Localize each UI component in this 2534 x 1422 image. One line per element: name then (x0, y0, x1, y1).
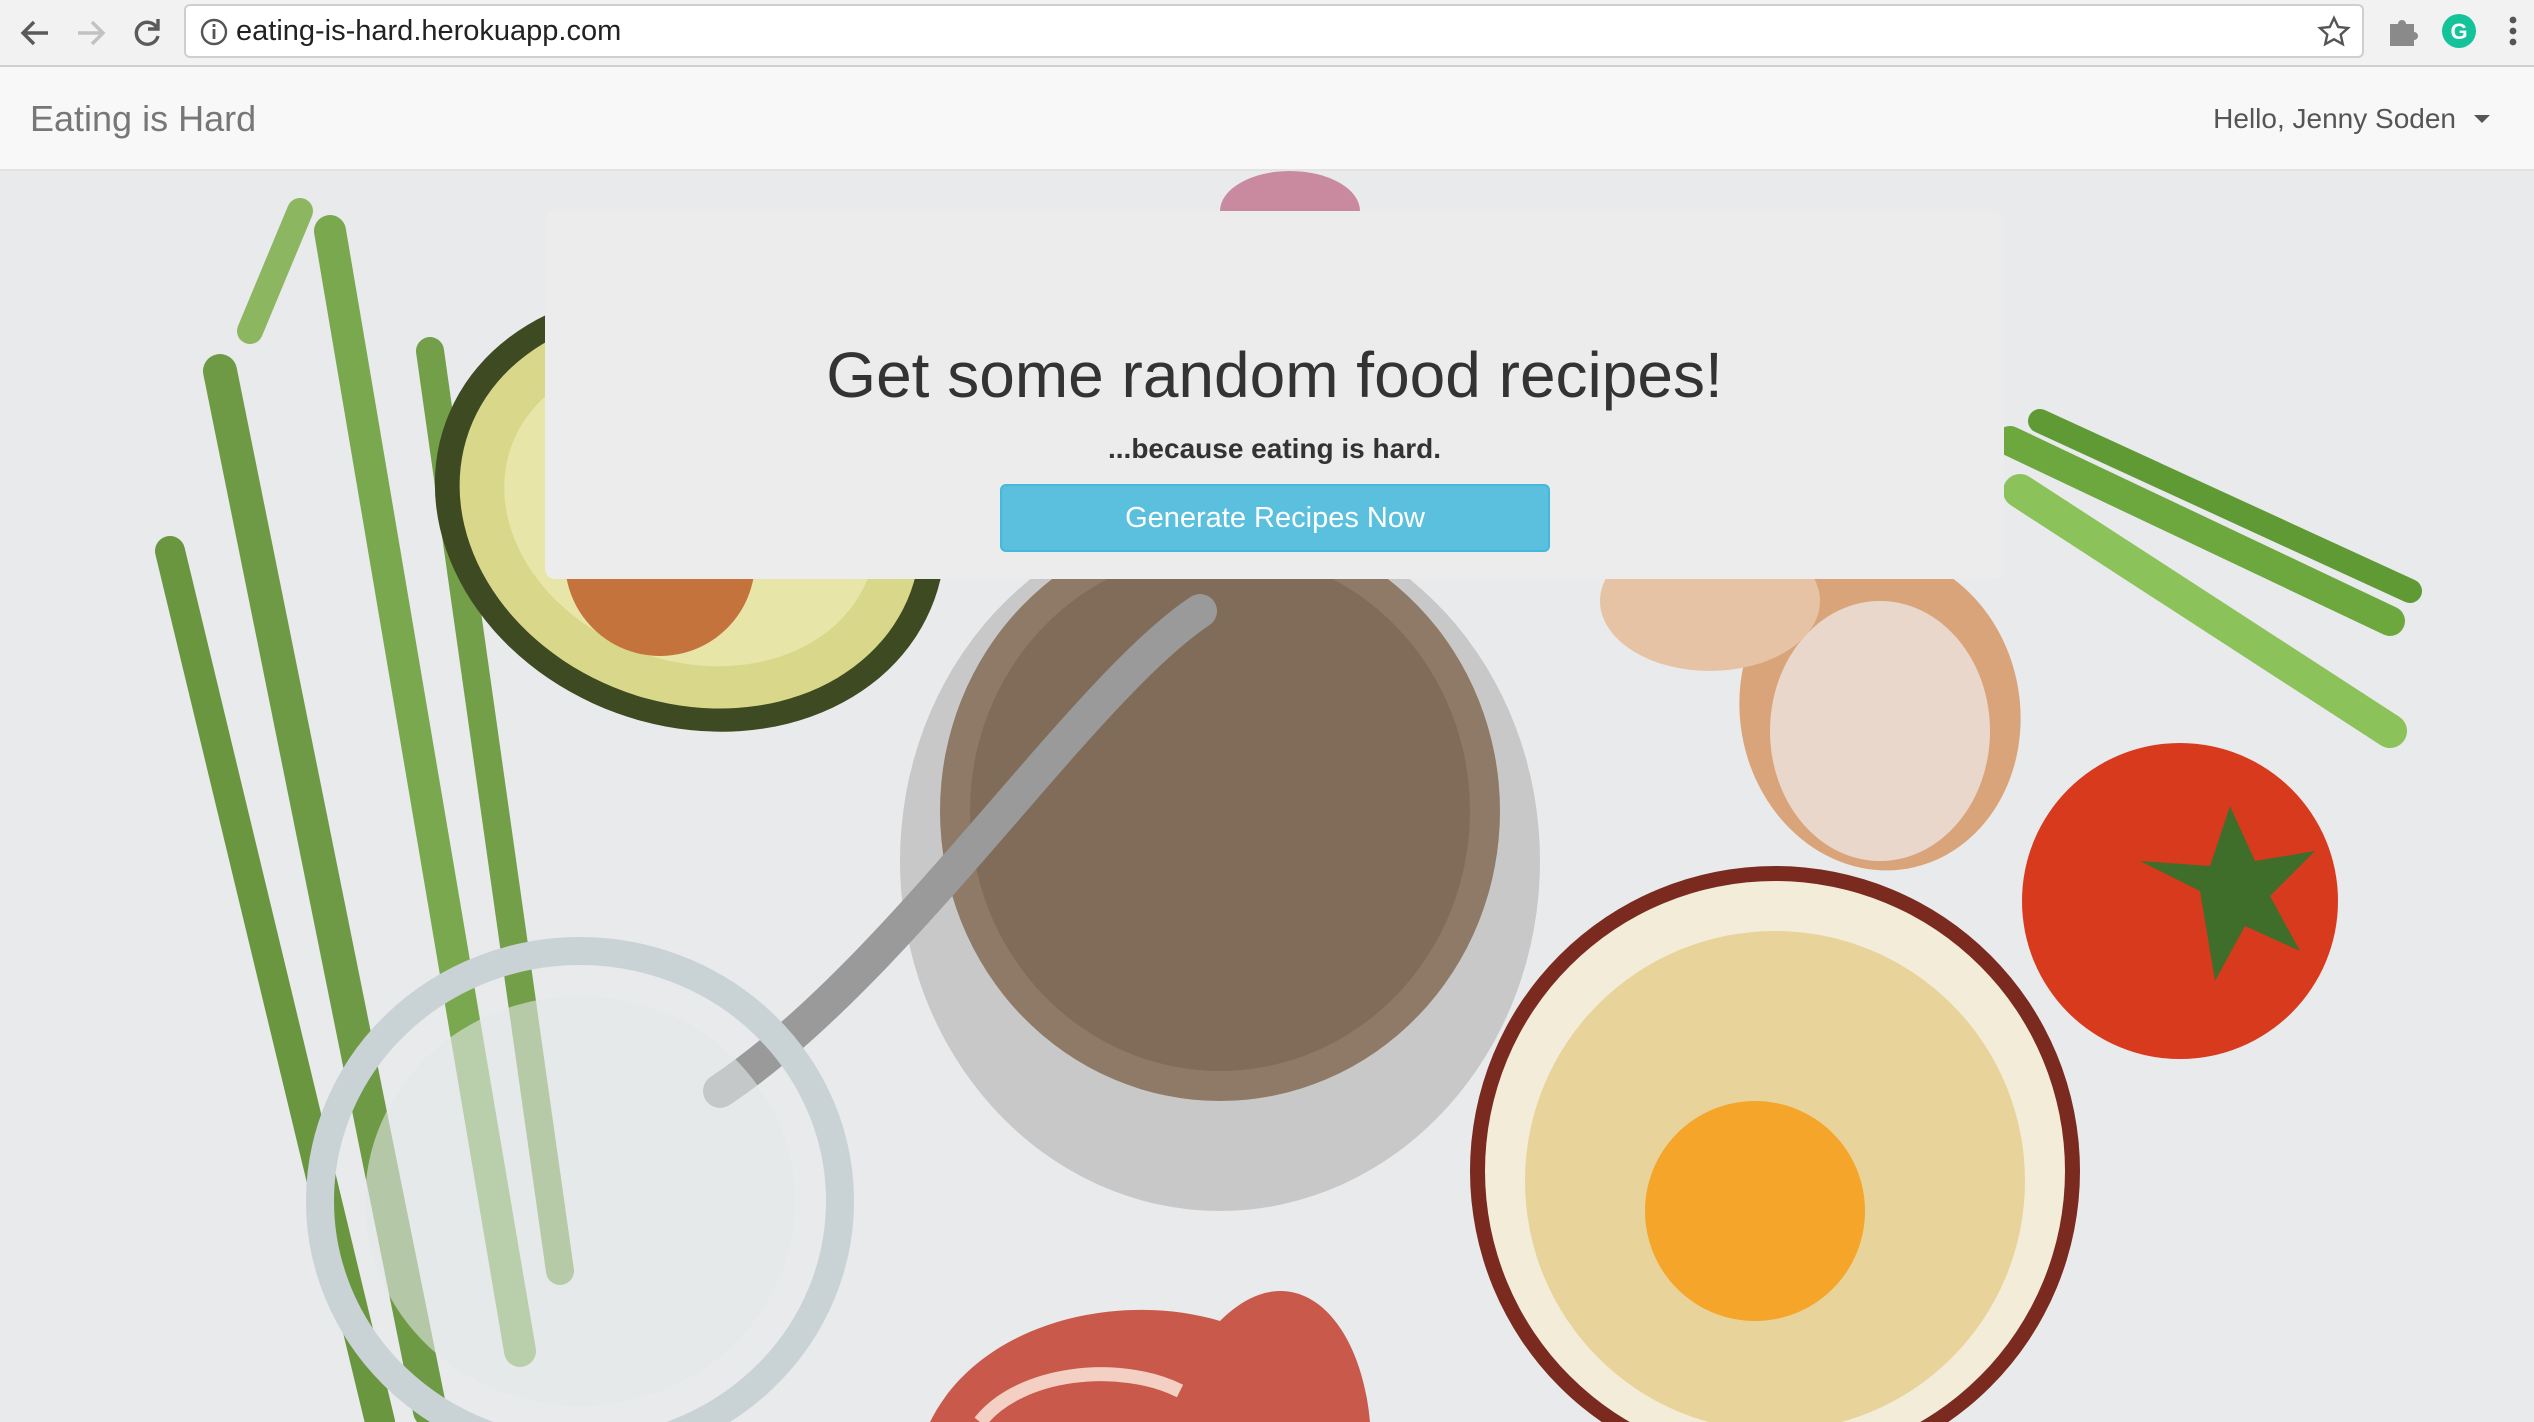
hero-title: Get some random food recipes! (826, 339, 1723, 411)
forward-arrow-icon[interactable] (66, 8, 116, 58)
browser-toolbar: eating-is-hard.herokuapp.com G (0, 0, 2534, 67)
green-onions (1995, 409, 2422, 748)
svg-text:G: G (2450, 19, 2467, 44)
reload-icon[interactable] (122, 8, 172, 58)
jumbotron: Get some random food recipes! ...because… (545, 211, 2004, 579)
user-greeting[interactable]: Hello, Jenny Soden (2213, 67, 2456, 171)
back-arrow-icon[interactable] (10, 8, 60, 58)
egg-shells (1600, 531, 2021, 871)
address-bar[interactable]: eating-is-hard.herokuapp.com (184, 4, 2364, 58)
hero-subtitle: ...because eating is hard. (1107, 433, 1441, 464)
user-dropdown[interactable]: Hello, Jenny Soden (2213, 67, 2490, 171)
menu-dots-icon[interactable] (2494, 12, 2532, 50)
caret-down-icon[interactable] (2474, 115, 2490, 123)
star-icon[interactable] (2316, 14, 2352, 50)
info-icon[interactable] (198, 16, 230, 48)
grammarly-icon[interactable]: G (2440, 12, 2478, 50)
tomato (2022, 743, 2338, 1059)
egg-bowl (1470, 866, 2080, 1422)
app-navbar: Eating is Hard Hello, Jenny Soden (0, 67, 2534, 171)
prosciutto (930, 1290, 1370, 1422)
generate-recipes-button[interactable]: Generate Recipes Now (1000, 484, 1550, 552)
glass-jar (306, 937, 854, 1422)
brand-link[interactable]: Eating is Hard (30, 67, 256, 171)
url-text[interactable]: eating-is-hard.herokuapp.com (236, 6, 621, 56)
extension-icon[interactable] (2384, 12, 2422, 50)
